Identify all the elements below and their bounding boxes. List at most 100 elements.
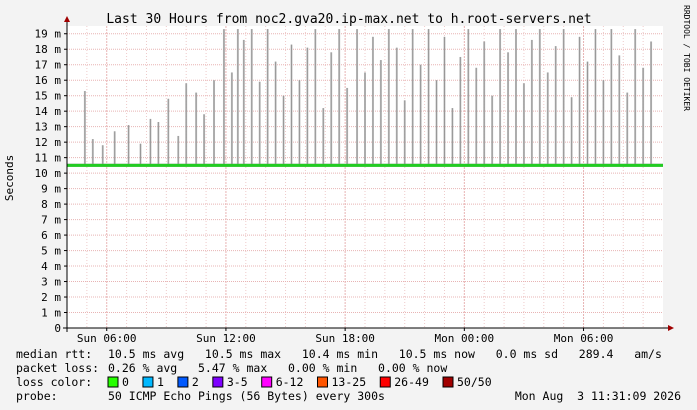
y-tick-label: 11 m	[35, 152, 62, 165]
packet-loss-label: packet loss:	[16, 361, 99, 375]
smoke-spike-core	[428, 29, 430, 166]
smoke-spike-core	[157, 122, 159, 166]
smoke-spike-core	[251, 29, 253, 166]
x-tick-label: Mon 06:00	[554, 332, 614, 345]
smoke-spike-core	[507, 52, 509, 166]
stats-median-rtt: median rtt: 10.5 ms avg 10.5 ms max 10.4…	[16, 347, 662, 361]
loss-color-swatch	[261, 376, 273, 388]
smoke-spike-core	[420, 64, 422, 166]
smoke-spike-core	[443, 36, 445, 166]
smoke-spike-core	[275, 61, 277, 166]
loss-color-swatch	[177, 376, 189, 388]
smoke-spike-core	[372, 36, 374, 166]
loss-color-swatch	[379, 376, 391, 388]
smoke-spike-core	[523, 83, 525, 166]
smoke-spike-core	[114, 131, 116, 166]
y-tick-label: 10 m	[35, 167, 62, 180]
chart-title: Last 30 Hours from noc2.gva20.ip-max.net…	[106, 12, 591, 27]
smoke-spike-core	[167, 98, 169, 166]
smoke-spike-core	[555, 46, 557, 166]
smoke-spike-core	[259, 81, 261, 166]
packet-loss-values: 0.26 % avg 5.47 % max 0.00 % min 0.00 % …	[108, 361, 447, 375]
smoke-spike-core	[388, 29, 390, 166]
smoke-spike-core	[128, 125, 130, 166]
smoke-spike-core	[102, 145, 104, 166]
smoke-spike-core	[306, 47, 308, 166]
y-tick-label: 6 m	[41, 229, 61, 242]
smoke-spike-core	[195, 92, 197, 166]
loss-color-item-label: 0	[122, 375, 129, 389]
smoke-spike-core	[602, 80, 604, 166]
smoke-spike-core	[298, 80, 300, 166]
smoke-spike-core	[404, 100, 406, 166]
smoke-spike-core	[283, 95, 285, 166]
smoke-spike-core	[213, 80, 215, 166]
smoke-spike-core	[539, 29, 541, 166]
median-rtt-values: 10.5 ms avg 10.5 ms max 10.4 ms min 10.5…	[108, 347, 662, 361]
loss-color-item-label: 2	[192, 375, 199, 389]
y-axis-label: Seconds	[3, 155, 16, 201]
smoke-spike-core	[547, 72, 549, 166]
loss-color-item-label: 3-5	[227, 375, 248, 389]
y-tick-label: 4 m	[41, 260, 61, 273]
y-tick-label: 16 m	[35, 74, 62, 87]
stats-probe: probe: 50 ICMP Echo Pings (56 Bytes) eve…	[16, 389, 681, 403]
smoke-spike-core	[237, 29, 239, 166]
smoke-spike-core	[84, 91, 86, 166]
loss-color-label: loss color:	[16, 375, 92, 389]
smoke-spike-core	[475, 67, 477, 166]
smoke-spike-core	[650, 41, 652, 166]
y-tick-label: 19 m	[35, 28, 62, 41]
loss-color-item-label: 6-12	[276, 375, 304, 389]
y-tick-label: 7 m	[41, 214, 61, 227]
y-tick-label: 3 m	[41, 276, 61, 289]
loss-color-item-label: 26-49	[394, 375, 429, 389]
y-tick-label: 15 m	[35, 90, 62, 103]
probe-description: 50 ICMP Echo Pings (56 Bytes) every 300s	[108, 389, 385, 403]
smoke-spike-core	[587, 61, 589, 166]
y-tick-label: 5 m	[41, 245, 61, 258]
stats-packet-loss: packet loss: 0.26 % avg 5.47 % max 0.00 …	[16, 361, 447, 375]
smoke-spike-core	[243, 39, 245, 166]
y-tick-label: 9 m	[41, 183, 61, 196]
smoke-spike-core	[338, 29, 340, 166]
smoke-spike-core	[642, 67, 644, 166]
median-rtt-label: median rtt:	[16, 347, 92, 361]
loss-color-swatch	[442, 376, 454, 388]
loss-color-item-label: 13-25	[332, 375, 367, 389]
probe-label: probe:	[16, 389, 58, 403]
smokeping-graph: Last 30 Hours from noc2.gva20.ip-max.net…	[0, 0, 697, 410]
smoke-spike-core	[346, 87, 348, 166]
smoke-spike-core	[451, 108, 453, 166]
y-tick-label: 13 m	[35, 121, 62, 134]
y-tick-label: 1 m	[41, 307, 61, 320]
x-tick-label: Sun 06:00	[77, 332, 137, 345]
x-tick-label: Sun 18:00	[315, 332, 375, 345]
loss-color-item-label: 50/50	[457, 375, 492, 389]
smoke-spike-core	[267, 29, 269, 166]
loss-color-swatch	[107, 376, 119, 388]
smoke-spike-core	[626, 92, 628, 166]
y-tick-label: 17 m	[35, 59, 62, 72]
smoke-spike-core	[92, 139, 94, 166]
smoke-spike-core	[491, 95, 493, 166]
smoke-spike-core	[231, 72, 233, 166]
smoke-spike-core	[364, 72, 366, 166]
y-tick-label: 8 m	[41, 198, 61, 211]
smoke-spike-core	[618, 55, 620, 166]
smoke-spike-core	[185, 83, 187, 166]
smoke-spike-core	[571, 97, 573, 166]
smoke-spike-core	[483, 41, 485, 166]
smoke-spike-core	[140, 143, 142, 166]
smoke-spike-core	[330, 52, 332, 166]
smoke-spike-core	[203, 114, 205, 166]
loss-color-swatch	[142, 376, 154, 388]
loss-color-swatch	[317, 376, 328, 388]
smoke-spike-core	[223, 29, 225, 166]
smoke-spike-core	[459, 56, 461, 166]
watermark: RRDTOOL / TOBI OETIKER	[682, 5, 691, 111]
smoke-spike-core	[290, 44, 292, 166]
smoke-spike-core	[149, 118, 151, 166]
loss-color-item-label: 1	[157, 375, 164, 389]
smoke-spike-core	[322, 108, 324, 166]
